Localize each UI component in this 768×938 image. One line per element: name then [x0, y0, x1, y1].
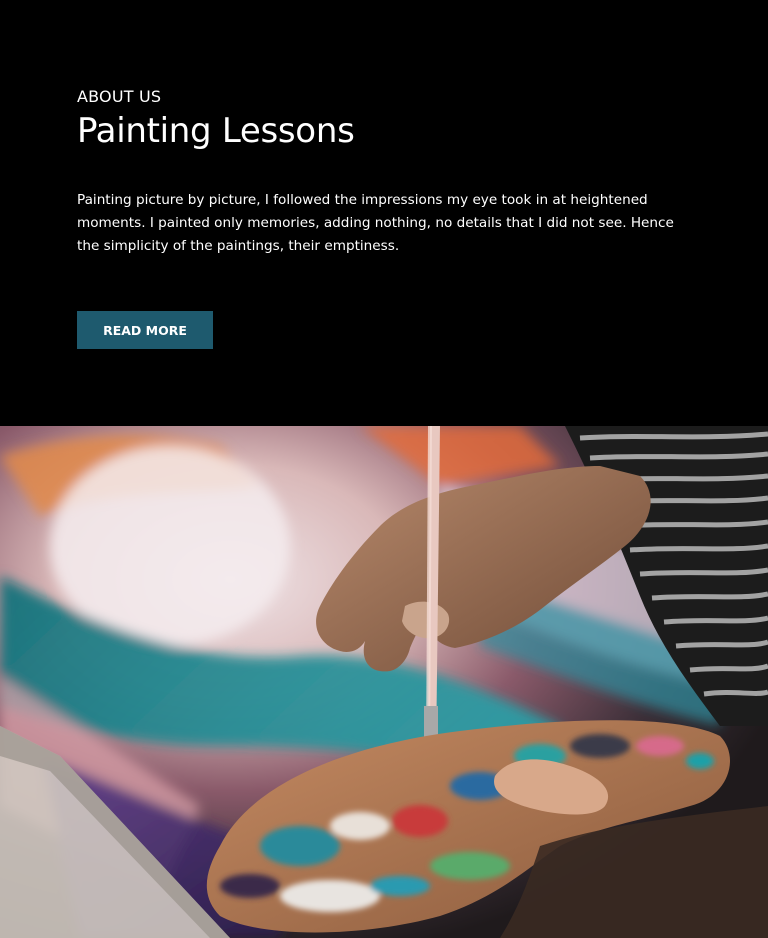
painting-photo [0, 426, 768, 938]
about-section: ABOUT US Painting Lessons Painting pictu… [0, 0, 768, 426]
about-paragraph: Painting picture by picture, I followed … [77, 192, 674, 254]
painting-scene-image [0, 426, 768, 938]
section-eyebrow: ABOUT US [77, 87, 162, 106]
page-title: Painting Lessons [77, 111, 355, 151]
read-more-button[interactable]: READ MORE [77, 311, 213, 349]
